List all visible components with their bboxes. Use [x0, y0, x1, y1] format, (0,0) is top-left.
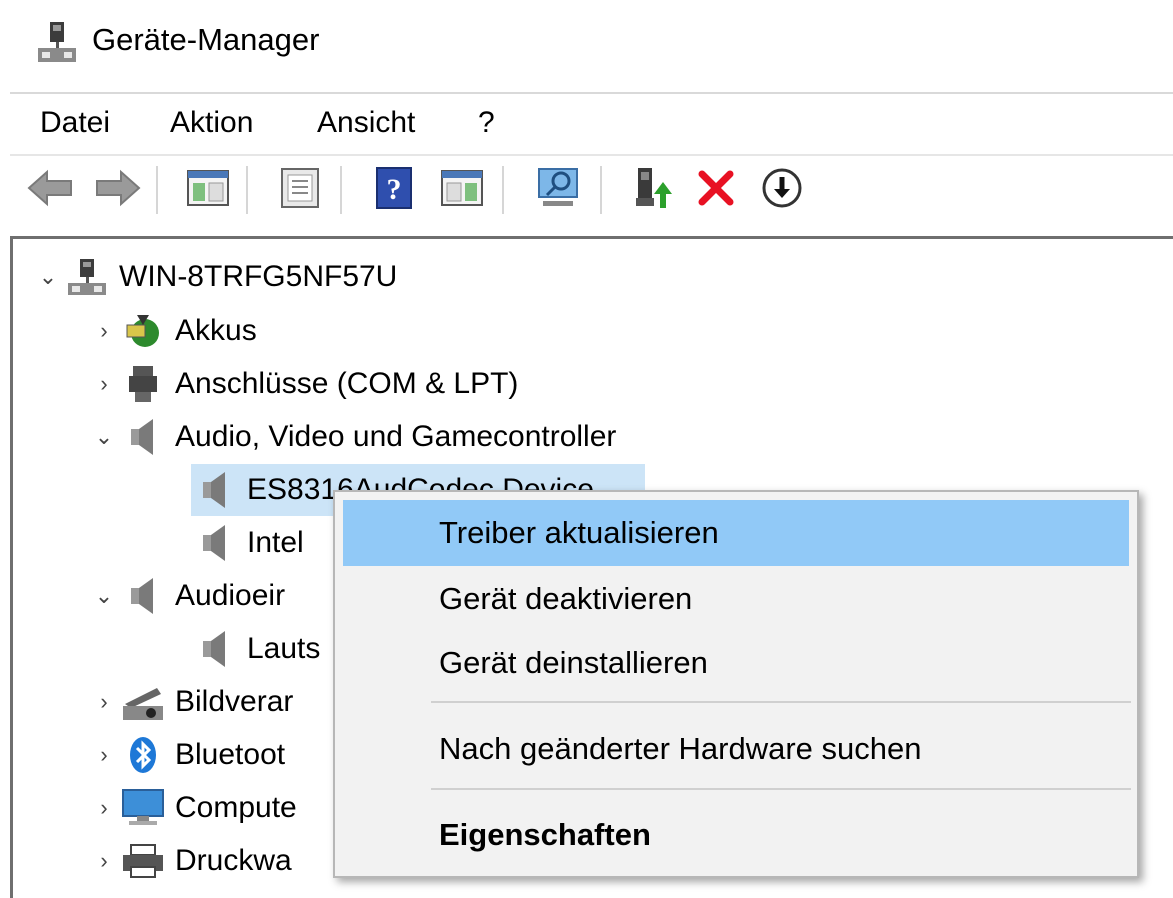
chevron-right-icon[interactable]: ›	[89, 742, 119, 768]
tree-item-lautsprecher[interactable]: Lauts	[191, 623, 320, 675]
disable-device-icon	[761, 167, 803, 214]
tree-item-label: Lauts	[247, 632, 321, 665]
tree-item-akkus[interactable]: › Akkus	[89, 305, 257, 357]
tree-item-label: Audio, Video und Gamecontroller	[175, 420, 617, 453]
properties-button[interactable]	[274, 164, 326, 216]
scanner-camera-icon	[119, 680, 167, 724]
menu-bar: Datei Aktion Ansicht ?	[10, 92, 1173, 154]
back-button[interactable]	[24, 164, 76, 216]
tree-item-label: Compute	[175, 791, 297, 824]
chevron-right-icon[interactable]: ›	[89, 371, 119, 397]
help-button[interactable]: ?	[368, 164, 420, 216]
speaker-icon	[119, 574, 167, 618]
battery-icon	[119, 309, 167, 353]
forward-arrow-icon	[95, 168, 141, 213]
menu-help[interactable]: ?	[478, 106, 495, 140]
tree-item-label: Akkus	[175, 314, 257, 347]
speaker-icon	[191, 521, 239, 565]
update-driver-icon	[632, 166, 672, 215]
scan-hardware-icon	[535, 167, 581, 214]
menu-disable-device[interactable]: Gerät deaktivieren	[343, 566, 1129, 632]
tree-root-label: WIN-8TRFG5NF57U	[119, 260, 398, 293]
toolbar-separator	[600, 166, 602, 214]
menu-properties[interactable]: Eigenschaften	[343, 802, 1129, 868]
chevron-right-icon[interactable]: ›	[89, 795, 119, 821]
toolbar: ?	[10, 154, 1173, 226]
tree-item-label: Druckwa	[175, 844, 292, 877]
action-pane-button[interactable]	[436, 164, 488, 216]
help-icon: ?	[376, 166, 412, 214]
chevron-down-icon[interactable]: ⌄	[89, 424, 119, 450]
tree-item-audioeingaenge[interactable]: ⌄ Audioeir	[89, 570, 285, 622]
port-icon	[119, 362, 167, 406]
uninstall-button[interactable]	[690, 164, 742, 216]
action-pane-icon	[441, 169, 483, 211]
menu-aktion[interactable]: Aktion	[170, 106, 253, 140]
tree-item-label: Bildverar	[175, 685, 294, 718]
menu-datei[interactable]: Datei	[40, 106, 110, 140]
chevron-down-icon[interactable]: ⌄	[89, 583, 119, 609]
tree-item-audio-video[interactable]: ⌄ Audio, Video und Gamecontroller	[89, 411, 616, 463]
toolbar-separator	[340, 166, 342, 214]
svg-text:?: ?	[387, 173, 402, 206]
computer-node-icon	[63, 255, 111, 299]
show-hide-console-tree-icon	[187, 169, 229, 211]
tree-item-label: Anschlüsse (COM & LPT)	[175, 367, 519, 400]
menu-update-driver[interactable]: Treiber aktualisieren	[343, 500, 1129, 566]
tree-item-bildverarbeitung[interactable]: › Bildverar	[89, 676, 293, 728]
context-menu: Treiber aktualisieren Gerät deaktivieren…	[333, 490, 1139, 878]
forward-button[interactable]	[92, 164, 144, 216]
tree-root[interactable]: ⌄ WIN-8TRFG5NF57U	[33, 251, 397, 303]
title-bar: Geräte-Manager	[0, 0, 1173, 86]
menu-item-label: Gerät deaktivieren	[439, 581, 693, 616]
disable-device-button[interactable]	[756, 164, 808, 216]
monitor-icon	[119, 786, 167, 830]
menu-item-label: Treiber aktualisieren	[439, 515, 719, 550]
menu-uninstall-device[interactable]: Gerät deinstallieren	[343, 630, 1129, 696]
speaker-icon	[191, 468, 239, 512]
speaker-icon	[119, 415, 167, 459]
tree-item-label: Bluetoot	[175, 738, 286, 771]
uninstall-icon	[697, 169, 735, 212]
scan-hardware-button[interactable]	[532, 164, 584, 216]
toolbar-separator	[502, 166, 504, 214]
printer-icon	[119, 839, 167, 883]
menu-ansicht[interactable]: Ansicht	[317, 106, 415, 140]
window-title: Geräte-Manager	[92, 22, 320, 57]
update-driver-button[interactable]	[626, 164, 678, 216]
tree-item-bluetooth[interactable]: › Bluetoot	[89, 729, 285, 781]
menu-separator	[431, 788, 1131, 790]
chevron-right-icon[interactable]: ›	[89, 848, 119, 874]
menu-item-label: Nach geänderter Hardware suchen	[439, 731, 922, 766]
device-manager-icon	[36, 20, 78, 64]
menu-item-label: Gerät deinstallieren	[439, 645, 708, 680]
chevron-down-icon[interactable]: ⌄	[33, 264, 63, 290]
menu-scan-hardware[interactable]: Nach geänderter Hardware suchen	[343, 716, 1129, 782]
tree-item-druckwarteschlangen[interactable]: › Druckwa	[89, 835, 292, 887]
bluetooth-icon	[119, 733, 167, 777]
menu-item-label: Eigenschaften	[439, 817, 651, 852]
tree-item-label: Audioeir	[175, 579, 286, 612]
chevron-right-icon[interactable]: ›	[89, 318, 119, 344]
speaker-icon	[191, 627, 239, 671]
show-hide-tree-button[interactable]	[182, 164, 234, 216]
toolbar-separator	[156, 166, 158, 214]
tree-item-anschluesse[interactable]: › Anschlüsse (COM & LPT)	[89, 358, 518, 410]
tree-item-intel[interactable]: Intel	[191, 517, 304, 569]
tree-item-label: Intel	[247, 526, 304, 559]
chevron-right-icon[interactable]: ›	[89, 689, 119, 715]
menu-separator	[431, 701, 1131, 703]
toolbar-separator	[246, 166, 248, 214]
tree-item-computer[interactable]: › Compute	[89, 782, 297, 834]
back-arrow-icon	[27, 168, 73, 213]
properties-icon	[280, 167, 320, 214]
